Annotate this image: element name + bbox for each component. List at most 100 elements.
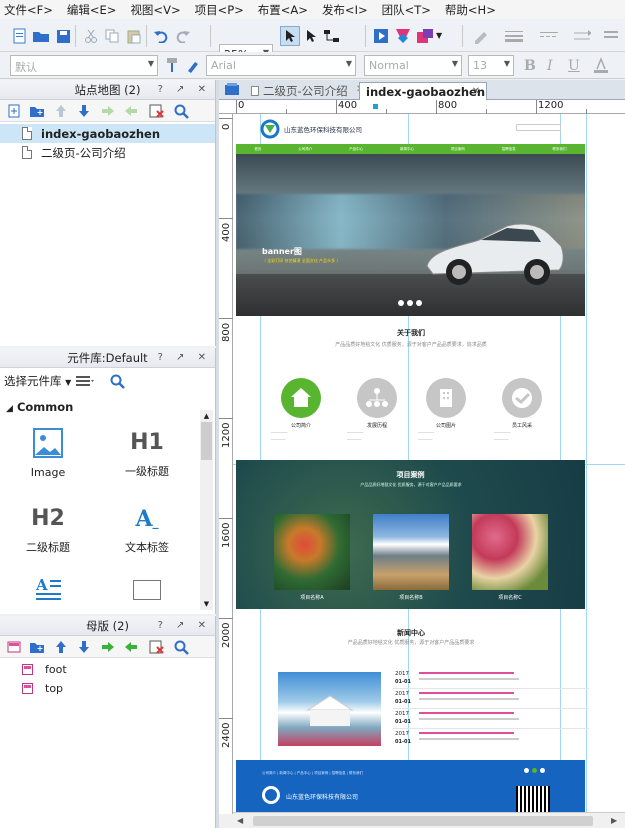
search-icon[interactable] (172, 638, 190, 656)
search-icon[interactable] (172, 102, 190, 120)
add-folder-icon[interactable] (28, 102, 46, 120)
search-icon[interactable] (108, 372, 126, 390)
scroll-thumb[interactable] (201, 422, 212, 460)
library-item-text-label[interactable]: A_ 文本标签 (102, 504, 192, 555)
connector-tool-icon[interactable] (323, 27, 341, 45)
connector-pointer-icon[interactable] (303, 27, 321, 45)
scroll-right-icon[interactable]: ▶ (611, 816, 617, 825)
arrow-style-icon[interactable] (573, 27, 591, 45)
italic-button[interactable]: I (547, 58, 553, 74)
select-pointer-icon[interactable] (280, 26, 300, 46)
nav-item[interactable]: 联系我们 (552, 144, 566, 154)
library-item-paragraph[interactable]: A (3, 576, 93, 607)
delete-page-icon[interactable] (148, 102, 166, 120)
font-weight-select[interactable]: Normal ▼ (364, 55, 462, 76)
menu-file[interactable]: 文件<F> (4, 2, 53, 18)
home-icon[interactable] (281, 378, 321, 418)
menu-arrange[interactable]: 布置<A> (258, 2, 308, 18)
scroll-left-icon[interactable]: ◀ (237, 816, 243, 825)
line-weight-icon[interactable] (505, 27, 523, 45)
delete-master-icon[interactable] (148, 638, 166, 656)
outdent-icon[interactable] (99, 638, 117, 656)
scroll-up-icon[interactable]: ▲ (201, 412, 212, 420)
slide-dot[interactable] (398, 300, 404, 306)
format-painter-icon[interactable] (163, 56, 181, 74)
panel-controls[interactable]: ? ↗ ✕ (158, 616, 211, 636)
style-select[interactable]: 默认 ▼ (10, 55, 158, 76)
slide-dot[interactable] (416, 300, 422, 306)
library-select[interactable]: 选择元件库 ▼ (4, 373, 71, 389)
bold-button[interactable]: B (524, 58, 536, 74)
outdent-icon[interactable] (99, 102, 117, 120)
project-image[interactable] (274, 514, 350, 590)
open-folder-icon[interactable] (32, 27, 50, 45)
news-item[interactable]: 2017 01-01 (393, 730, 589, 749)
news-item[interactable]: 2017 01-01 (393, 710, 589, 729)
library-item-h2[interactable]: H2 二级标题 (3, 504, 93, 555)
nav-item[interactable]: 招聘信息 (502, 144, 516, 154)
paste-icon[interactable] (125, 27, 143, 45)
nav-item[interactable]: 新闻中心 (400, 144, 414, 154)
sitemap-page-item[interactable]: index-gaobaozhen (0, 124, 215, 143)
social-icon[interactable] (532, 768, 537, 773)
add-folder-icon[interactable] (28, 638, 46, 656)
brush-icon[interactable] (184, 56, 202, 74)
guide-marker[interactable] (373, 104, 378, 109)
master-item[interactable]: top (0, 679, 215, 698)
master-item[interactable]: foot (0, 660, 215, 679)
library-item-image[interactable]: Image (3, 428, 93, 479)
publish-dropdown-icon[interactable]: ▼ (436, 31, 442, 40)
save-icon[interactable] (54, 27, 72, 45)
panel-controls[interactable]: ? ↗ ✕ (158, 348, 211, 368)
nav-item[interactable]: 首页 (254, 144, 261, 154)
slide-dot[interactable] (407, 300, 413, 306)
copy-icon[interactable] (103, 27, 121, 45)
move-down-icon[interactable] (75, 102, 93, 120)
indent-icon[interactable] (122, 102, 140, 120)
underline-button[interactable]: U (568, 58, 580, 74)
scroll-thumb[interactable] (253, 816, 593, 826)
social-icon[interactable] (540, 768, 545, 773)
border-color-icon[interactable] (472, 27, 490, 45)
panel-controls[interactable]: ? ↗ ✕ (158, 80, 211, 100)
move-down-icon[interactable] (75, 638, 93, 656)
tab-close-icon[interactable]: ✕ (472, 83, 480, 101)
menu-publish[interactable]: 发布<I> (322, 2, 368, 18)
sitemap-page-item[interactable]: 二级页-公司介绍 (0, 143, 215, 162)
nav-item[interactable]: 项目案例 (451, 144, 465, 154)
undo-icon[interactable] (152, 27, 170, 45)
news-item[interactable]: 2017 01-01 (393, 690, 589, 709)
menu-team[interactable]: 团队<T> (382, 2, 431, 18)
project-image[interactable] (373, 514, 449, 590)
menu-project[interactable]: 项目<P> (195, 2, 244, 18)
project-image[interactable] (472, 514, 548, 590)
scroll-down-icon[interactable]: ▼ (201, 600, 212, 608)
font-size-select[interactable]: 13 ▼ (468, 55, 514, 76)
nav-item[interactable]: 公司简介 (298, 144, 312, 154)
check-icon[interactable] (502, 378, 542, 418)
redo-icon[interactable] (174, 27, 192, 45)
building-icon[interactable] (426, 378, 466, 418)
font-family-select[interactable]: Arial ▼ (206, 55, 356, 76)
add-page-icon[interactable] (5, 102, 23, 120)
menu-help[interactable]: 帮助<H> (445, 2, 496, 18)
cut-icon[interactable] (82, 27, 100, 45)
canvas-hscrollbar[interactable]: ◀ ▶ (233, 812, 625, 828)
indent-icon[interactable] (122, 638, 140, 656)
font-color-icon[interactable] (592, 56, 610, 74)
more-icon[interactable] (603, 27, 621, 45)
org-chart-icon[interactable] (357, 378, 397, 418)
nav-item[interactable]: 产品中心 (349, 144, 363, 154)
library-item-rectangle[interactable] (102, 580, 192, 600)
share-icon[interactable] (394, 27, 412, 45)
library-menu-icon[interactable] (76, 372, 94, 390)
tab-company-intro[interactable]: 二级页-公司介绍 (245, 82, 353, 100)
library-section[interactable]: ◢ Common (6, 400, 73, 414)
menu-view[interactable]: 视图<V> (130, 2, 180, 18)
social-icon[interactable] (524, 768, 529, 773)
design-canvas[interactable]: 山东蓝色环保科技有限公司 首页 公司简介 产品中心 新闻中心 项目案例 招聘信息 联系我们 … (233, 114, 625, 812)
home-tab-icon[interactable] (221, 82, 243, 100)
preview-icon[interactable] (372, 27, 390, 45)
move-up-icon[interactable] (52, 638, 70, 656)
line-style-icon[interactable] (540, 27, 558, 45)
